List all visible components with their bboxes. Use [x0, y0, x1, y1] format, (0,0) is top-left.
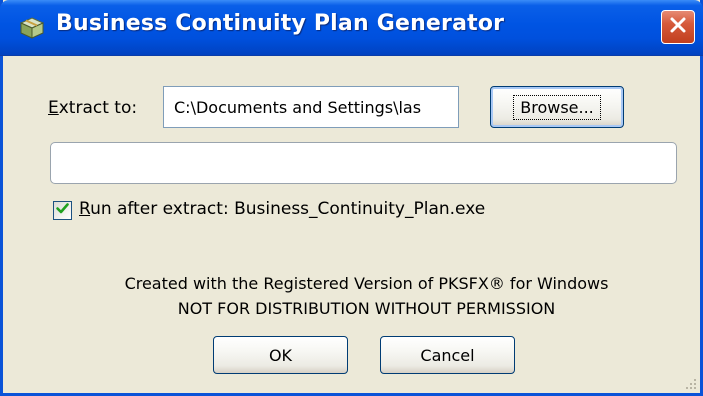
close-icon — [668, 15, 688, 39]
run-label-mnemonic: R — [79, 199, 91, 219]
close-button[interactable] — [661, 10, 695, 44]
run-label-text: un after extract: Business_Continuity_Pl… — [90, 199, 486, 219]
dialog-body: Extract to: Browse... Run after extract:… — [3, 56, 700, 393]
ok-button[interactable]: OK — [213, 336, 348, 374]
window-title: Business Continuity Plan Generator — [56, 11, 505, 36]
title-bar[interactable]: Business Continuity Plan Generator — [0, 0, 703, 56]
registration-notice: Created with the Registered Version of P… — [124, 274, 609, 293]
run-after-extract-checkbox[interactable] — [53, 201, 72, 220]
cancel-button[interactable]: Cancel — [380, 336, 515, 374]
extract-label-mnemonic: E — [48, 98, 59, 118]
resize-grip-icon[interactable] — [682, 375, 698, 391]
browse-button[interactable]: Browse... — [490, 86, 624, 128]
package-icon — [18, 16, 46, 40]
checkmark-icon — [55, 201, 70, 220]
browse-button-label: Browse... — [513, 94, 601, 120]
run-after-extract-label[interactable]: Run after extract: Business_Continuity_P… — [79, 199, 485, 219]
distribution-notice: NOT FOR DISTRIBUTION WITHOUT PERMISSION — [177, 299, 556, 318]
dialog-window: Business Continuity Plan Generator Extra… — [0, 0, 703, 396]
extract-path-input[interactable] — [163, 86, 459, 128]
progress-bar — [50, 142, 677, 184]
extract-to-label: Extract to: — [48, 98, 137, 118]
extract-label-text: xtract to: — [58, 98, 138, 118]
